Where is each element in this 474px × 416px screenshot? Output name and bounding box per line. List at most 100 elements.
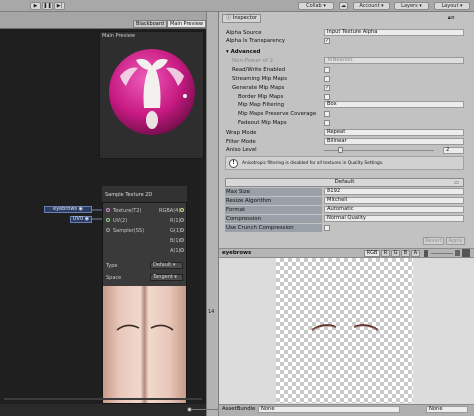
uv-node[interactable]: UV0 ◉ [70, 216, 92, 223]
compression-dropdown[interactable]: Normal Quality [324, 215, 464, 222]
wrap-mode-dropdown[interactable]: Repeat [324, 129, 464, 136]
max-size-value: 8192 [327, 188, 341, 194]
zoom-slider-handle[interactable] [187, 407, 192, 412]
uv-input-port[interactable] [106, 218, 110, 222]
format-dropdown[interactable]: Automatic [324, 206, 464, 213]
texture-input-port[interactable] [106, 208, 110, 212]
r-output-port[interactable] [180, 218, 184, 222]
inspector-title: Inspector [232, 15, 258, 21]
channel-rgb-button[interactable]: RGB [364, 250, 380, 257]
alpha-source-label: Alpha Source [226, 30, 262, 36]
advanced-foldout[interactable]: ▾ Advanced [226, 48, 260, 56]
sampler-input-port[interactable] [106, 228, 110, 232]
read-write-checkbox[interactable] [324, 67, 330, 73]
generate-mip-label: Generate Mip Maps [232, 85, 285, 91]
streaming-mip-checkbox[interactable] [324, 76, 330, 82]
main-preview-title: Main Preview [102, 33, 135, 39]
filter-mode-dropdown[interactable]: Bilinear [324, 138, 464, 145]
space-dropdown[interactable]: Tangent ▾ [150, 274, 183, 281]
layers-label: Layers [401, 3, 418, 9]
eyebrows-texture-graphic [311, 324, 379, 331]
b-output-label: B(1) [170, 238, 181, 244]
account-label: Account [359, 3, 380, 9]
assetbundle-dropdown[interactable]: None [258, 406, 400, 413]
aniso-warning-box: ! Anisotropic filtering is disabled for … [225, 156, 464, 170]
panel-splitter[interactable] [206, 12, 219, 416]
warning-text: Anisotropic filtering is disabled for al… [242, 161, 384, 166]
channel-a-button[interactable]: A [411, 250, 420, 257]
preview-sphere [109, 49, 195, 135]
step-button[interactable]: ▶| [54, 2, 65, 10]
filter-mode-value: Bilinear [327, 138, 347, 144]
border-mip-checkbox[interactable] [324, 94, 330, 100]
warning-icon: ! [229, 159, 238, 168]
compression-value: Normal Quality [327, 215, 366, 221]
texture-preview-title: eyebrows [222, 250, 252, 256]
eyebrows-property-node[interactable]: eyebrows ◉ [44, 206, 92, 213]
graph-scrollbar[interactable] [4, 398, 202, 400]
fadeout-mip-label: Fadeout Mip Maps [238, 120, 287, 126]
mip-filtering-label: Mip Map Filtering [238, 102, 285, 108]
mip-slider-track[interactable] [431, 253, 453, 254]
tab-main-preview[interactable]: Main Preview [167, 20, 206, 28]
sampler-input-label: Sampler(SS) [113, 228, 145, 234]
layout-dropdown[interactable]: Layout ▾ [434, 2, 470, 10]
texture-preview-image [276, 258, 413, 403]
zoom-indicator: 14 [208, 309, 215, 315]
format-value: Automatic [327, 206, 354, 212]
read-write-label: Read/Write Enabled [232, 67, 286, 73]
lock-icon[interactable]: 🔒︎≡ [448, 15, 455, 21]
aniso-level-value: 2 [446, 147, 450, 153]
fadeout-mip-checkbox[interactable] [324, 120, 330, 126]
space-value: Tangent [153, 274, 173, 280]
play-button[interactable]: ▶ [30, 2, 41, 10]
tab-blackboard[interactable]: Blackboard [133, 20, 167, 28]
channel-r-button[interactable]: R [381, 250, 390, 257]
crunch-compression-checkbox[interactable] [324, 225, 330, 231]
node-title: Sample Texture 2D [105, 192, 153, 198]
aniso-level-field[interactable]: 2 [443, 147, 464, 154]
alpha-transparency-checkbox[interactable]: ✓ [324, 38, 330, 44]
cloud-icon[interactable]: ☁ [339, 2, 348, 10]
platform-tab-default[interactable]: Default [225, 178, 464, 187]
info-icon: ⓘ [226, 15, 232, 21]
assetbundle-variant-value: None [429, 406, 443, 412]
layout-label: Layout [441, 3, 459, 9]
main-toolbar: ▶ ❚❚ ▶| Collab ▾ ☁ Account ▾ Layers ▾ La… [0, 0, 474, 12]
type-dropdown[interactable]: Default ▾ [150, 262, 183, 269]
assetbundle-value: None [261, 406, 275, 412]
npot-value: ToNearest [327, 57, 353, 63]
pause-button[interactable]: ❚❚ [42, 2, 53, 10]
resize-algorithm-value: Mitchell [327, 197, 348, 203]
rgba-output-port[interactable] [180, 208, 184, 212]
graph-status-bar [0, 404, 206, 416]
collab-button[interactable]: Collab ▾ [298, 2, 334, 10]
apply-button[interactable]: Apply [446, 237, 465, 245]
channel-b-button[interactable]: B [401, 250, 410, 257]
space-label: Space [106, 275, 122, 281]
mip-filtering-dropdown[interactable]: Box [324, 101, 464, 108]
generate-mip-checkbox[interactable]: ✓ [324, 85, 330, 91]
b-output-port[interactable] [180, 238, 184, 242]
assetbundle-label: AssetBundle [222, 406, 256, 412]
resize-algorithm-dropdown[interactable]: Mitchell [324, 197, 464, 204]
layers-dropdown[interactable]: Layers ▾ [394, 2, 429, 10]
alpha-source-value: Input Texture Alpha [327, 29, 378, 35]
max-size-dropdown[interactable]: 8192 [324, 188, 464, 195]
channel-g-button[interactable]: G [391, 250, 400, 257]
aniso-slider-handle[interactable] [338, 147, 343, 153]
g-output-port[interactable] [180, 228, 184, 232]
npot-dropdown: ToNearest [324, 57, 464, 64]
mip-small-icon [455, 250, 460, 256]
graph-toolbar: Blackboard Main Preview [0, 12, 206, 29]
preserve-coverage-checkbox[interactable] [324, 111, 330, 117]
exposure-icon[interactable] [424, 250, 428, 257]
assetbundle-variant-dropdown[interactable]: None [426, 406, 468, 413]
alpha-source-dropdown[interactable]: Input Texture Alpha [324, 29, 464, 36]
tab-inspector[interactable]: ⓘ Inspector [222, 14, 262, 23]
monitor-icon[interactable]: ▭ [454, 180, 459, 186]
account-dropdown[interactable]: Account ▾ [353, 2, 390, 10]
streaming-mip-label: Streaming Mip Maps [232, 76, 288, 82]
revert-button[interactable]: Revert [423, 237, 444, 245]
a-output-port[interactable] [180, 248, 184, 252]
